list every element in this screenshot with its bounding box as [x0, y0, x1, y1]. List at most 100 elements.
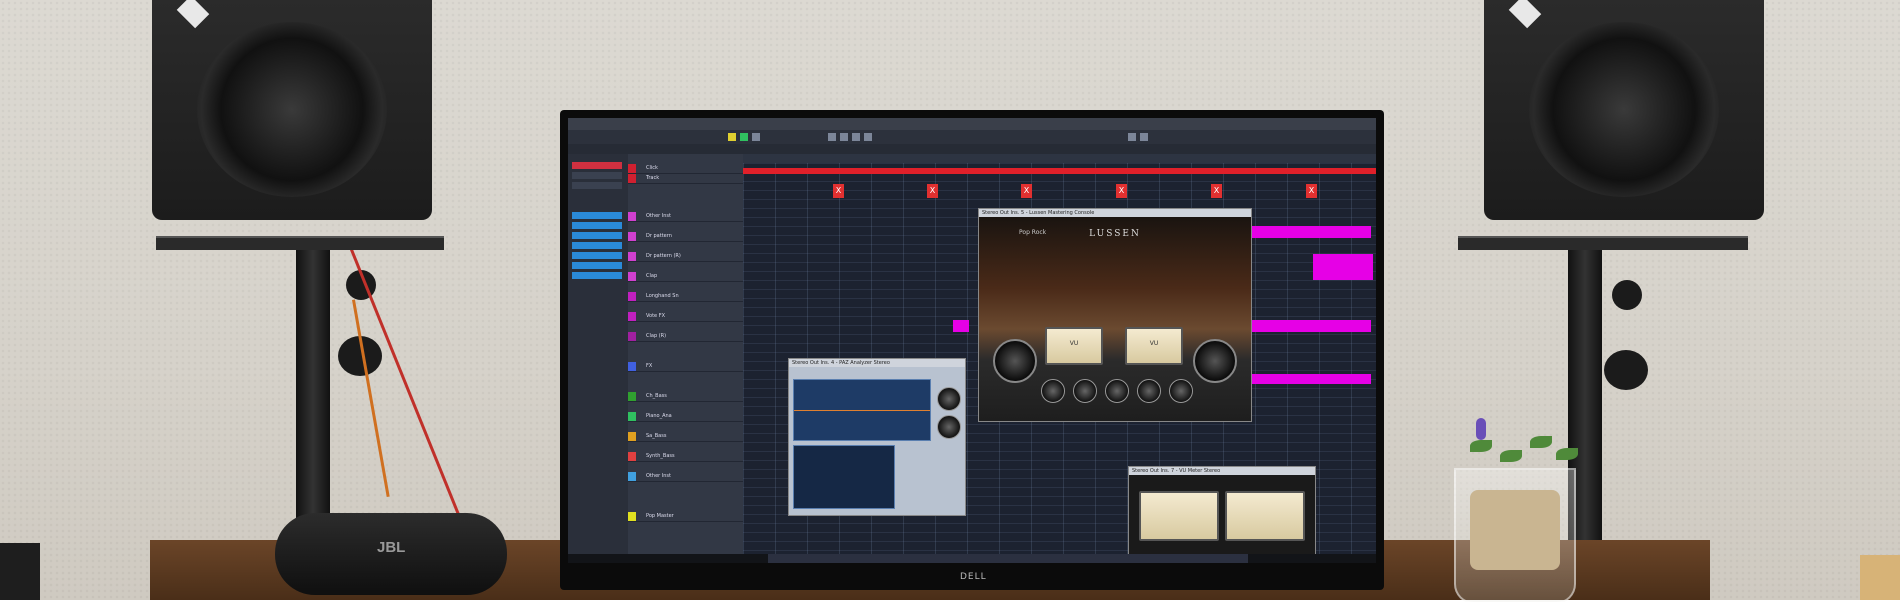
- track-color: [628, 362, 636, 371]
- toolbar: [568, 130, 1376, 144]
- track-row[interactable]: Track: [628, 174, 743, 184]
- analyzer-plugin[interactable]: Stereo Out Ins. 4 - PAZ Analyzer Stereo: [788, 358, 966, 516]
- marker-x[interactable]: X: [1211, 184, 1222, 198]
- plant-leaf: [1530, 436, 1552, 448]
- track-row[interactable]: Dr pattern (R): [628, 252, 743, 262]
- secondary-toolbar: [568, 144, 1376, 154]
- analyzer-knob[interactable]: [937, 415, 961, 439]
- vu-meter-left: [1139, 491, 1219, 541]
- track-row[interactable]: Sa_Bass: [628, 432, 743, 442]
- studio-monitor-speaker-right: [1484, 0, 1764, 220]
- track-name: Longhand Sn: [646, 293, 679, 299]
- track-color: [628, 252, 636, 261]
- eq-dial[interactable]: [1105, 379, 1129, 403]
- track-name: Clap: [646, 273, 658, 279]
- track-name: Clap (R): [646, 333, 667, 339]
- plugin-title[interactable]: Stereo Out Ins. 4 - PAZ Analyzer Stereo: [789, 359, 965, 367]
- input-drive-dial[interactable]: [993, 339, 1037, 383]
- midi-clip[interactable]: [1251, 226, 1371, 238]
- track-row[interactable]: Other Inst: [628, 212, 743, 222]
- eq-dial[interactable]: [1169, 379, 1193, 403]
- track-list: Click Track Other Inst Dr pattern Dr pat…: [628, 154, 743, 554]
- track-name: Other Inst: [646, 213, 671, 219]
- preset-name[interactable]: Pop Rock: [1019, 229, 1046, 236]
- stand-knob-right: [1604, 350, 1648, 390]
- plugin-title[interactable]: Stereo Out Ins. 7 - VU Meter Stereo: [1129, 467, 1315, 475]
- plant-leaf: [1500, 450, 1522, 462]
- marker-x[interactable]: X: [833, 184, 844, 198]
- tool-button[interactable]: [1140, 133, 1148, 141]
- track-color: [628, 392, 636, 401]
- track-color: [628, 312, 636, 321]
- menu-bar: [568, 118, 1376, 130]
- midi-clip[interactable]: [953, 320, 969, 332]
- speaker-badge: [1508, 0, 1542, 29]
- tool-button[interactable]: [852, 133, 860, 141]
- track-row[interactable]: Piano_Ana: [628, 412, 743, 422]
- inspector-slot[interactable]: [572, 232, 622, 239]
- inspector-row[interactable]: [572, 182, 622, 189]
- marker-x[interactable]: X: [1116, 184, 1127, 198]
- frequency-curve: [794, 410, 930, 411]
- inspector-slot[interactable]: [572, 212, 622, 219]
- inspector-slot[interactable]: [572, 242, 622, 249]
- plant-leaf: [1470, 440, 1492, 452]
- inspector-row[interactable]: [572, 162, 622, 169]
- track-color: [628, 432, 636, 441]
- marker-x[interactable]: X: [927, 184, 938, 198]
- track-row[interactable]: Click: [628, 164, 743, 174]
- track-row[interactable]: Clap (R): [628, 332, 743, 342]
- vu-meter-right: [1225, 491, 1305, 541]
- frequency-graph[interactable]: [793, 379, 931, 441]
- inspector-row[interactable]: [572, 172, 622, 179]
- track-row[interactable]: Other Inst: [628, 472, 743, 482]
- tool-button[interactable]: [752, 133, 760, 141]
- midi-clip[interactable]: [1313, 254, 1373, 280]
- midi-clip[interactable]: [1251, 320, 1371, 332]
- track-color: [628, 272, 636, 281]
- mastering-console-plugin[interactable]: Stereo Out Ins. 5 - Lussen Mastering Con…: [978, 208, 1252, 422]
- tool-button[interactable]: [864, 133, 872, 141]
- track-color: [628, 174, 636, 183]
- track-row[interactable]: Pop Master: [628, 512, 743, 522]
- marker-x[interactable]: X: [1021, 184, 1032, 198]
- inspector-slot[interactable]: [572, 262, 622, 269]
- portable-speaker: JBL: [275, 513, 507, 595]
- plugin-body: LUSSEN Pop Rock VU VU: [979, 217, 1251, 421]
- track-row[interactable]: Synth_Bass: [628, 452, 743, 462]
- inspector-slot[interactable]: [572, 222, 622, 229]
- track-color: [628, 472, 636, 481]
- marker-x[interactable]: X: [1306, 184, 1317, 198]
- plant-wrap: [1470, 490, 1560, 570]
- inspector-slot[interactable]: [572, 252, 622, 259]
- track-color: [628, 232, 636, 241]
- midi-clip[interactable]: [1251, 374, 1371, 384]
- plant-leaf: [1556, 448, 1578, 460]
- track-name: Ch_Bass: [646, 393, 667, 399]
- eq-dial[interactable]: [1073, 379, 1097, 403]
- tool-button[interactable]: [740, 133, 748, 141]
- tool-button[interactable]: [828, 133, 836, 141]
- inspector-slot[interactable]: [572, 272, 622, 279]
- timeline-ruler[interactable]: [743, 154, 1376, 163]
- eq-dial[interactable]: [1041, 379, 1065, 403]
- eq-dial[interactable]: [1137, 379, 1161, 403]
- track-row[interactable]: Dr pattern: [628, 232, 743, 242]
- vu-meter-plugin[interactable]: Stereo Out Ins. 7 - VU Meter Stereo: [1128, 466, 1316, 556]
- daw-screen: Click Track Other Inst Dr pattern Dr pat…: [568, 118, 1376, 563]
- track-row[interactable]: Longhand Sn: [628, 292, 743, 302]
- track-row[interactable]: Ch_Bass: [628, 392, 743, 402]
- tool-button[interactable]: [1128, 133, 1136, 141]
- track-row[interactable]: Vote FX: [628, 312, 743, 322]
- push-dial[interactable]: [1193, 339, 1237, 383]
- track-name: Other Inst: [646, 473, 671, 479]
- tool-button[interactable]: [728, 133, 736, 141]
- track-row[interactable]: FX: [628, 362, 743, 372]
- track-name: Track: [646, 175, 660, 181]
- analyzer-knob[interactable]: [937, 387, 961, 411]
- transport-bar[interactable]: [768, 554, 1248, 563]
- plugin-title[interactable]: Stereo Out Ins. 5 - Lussen Mastering Con…: [979, 209, 1251, 217]
- speaker-shelf-left: [156, 236, 444, 250]
- tool-button[interactable]: [840, 133, 848, 141]
- track-row[interactable]: Clap: [628, 272, 743, 282]
